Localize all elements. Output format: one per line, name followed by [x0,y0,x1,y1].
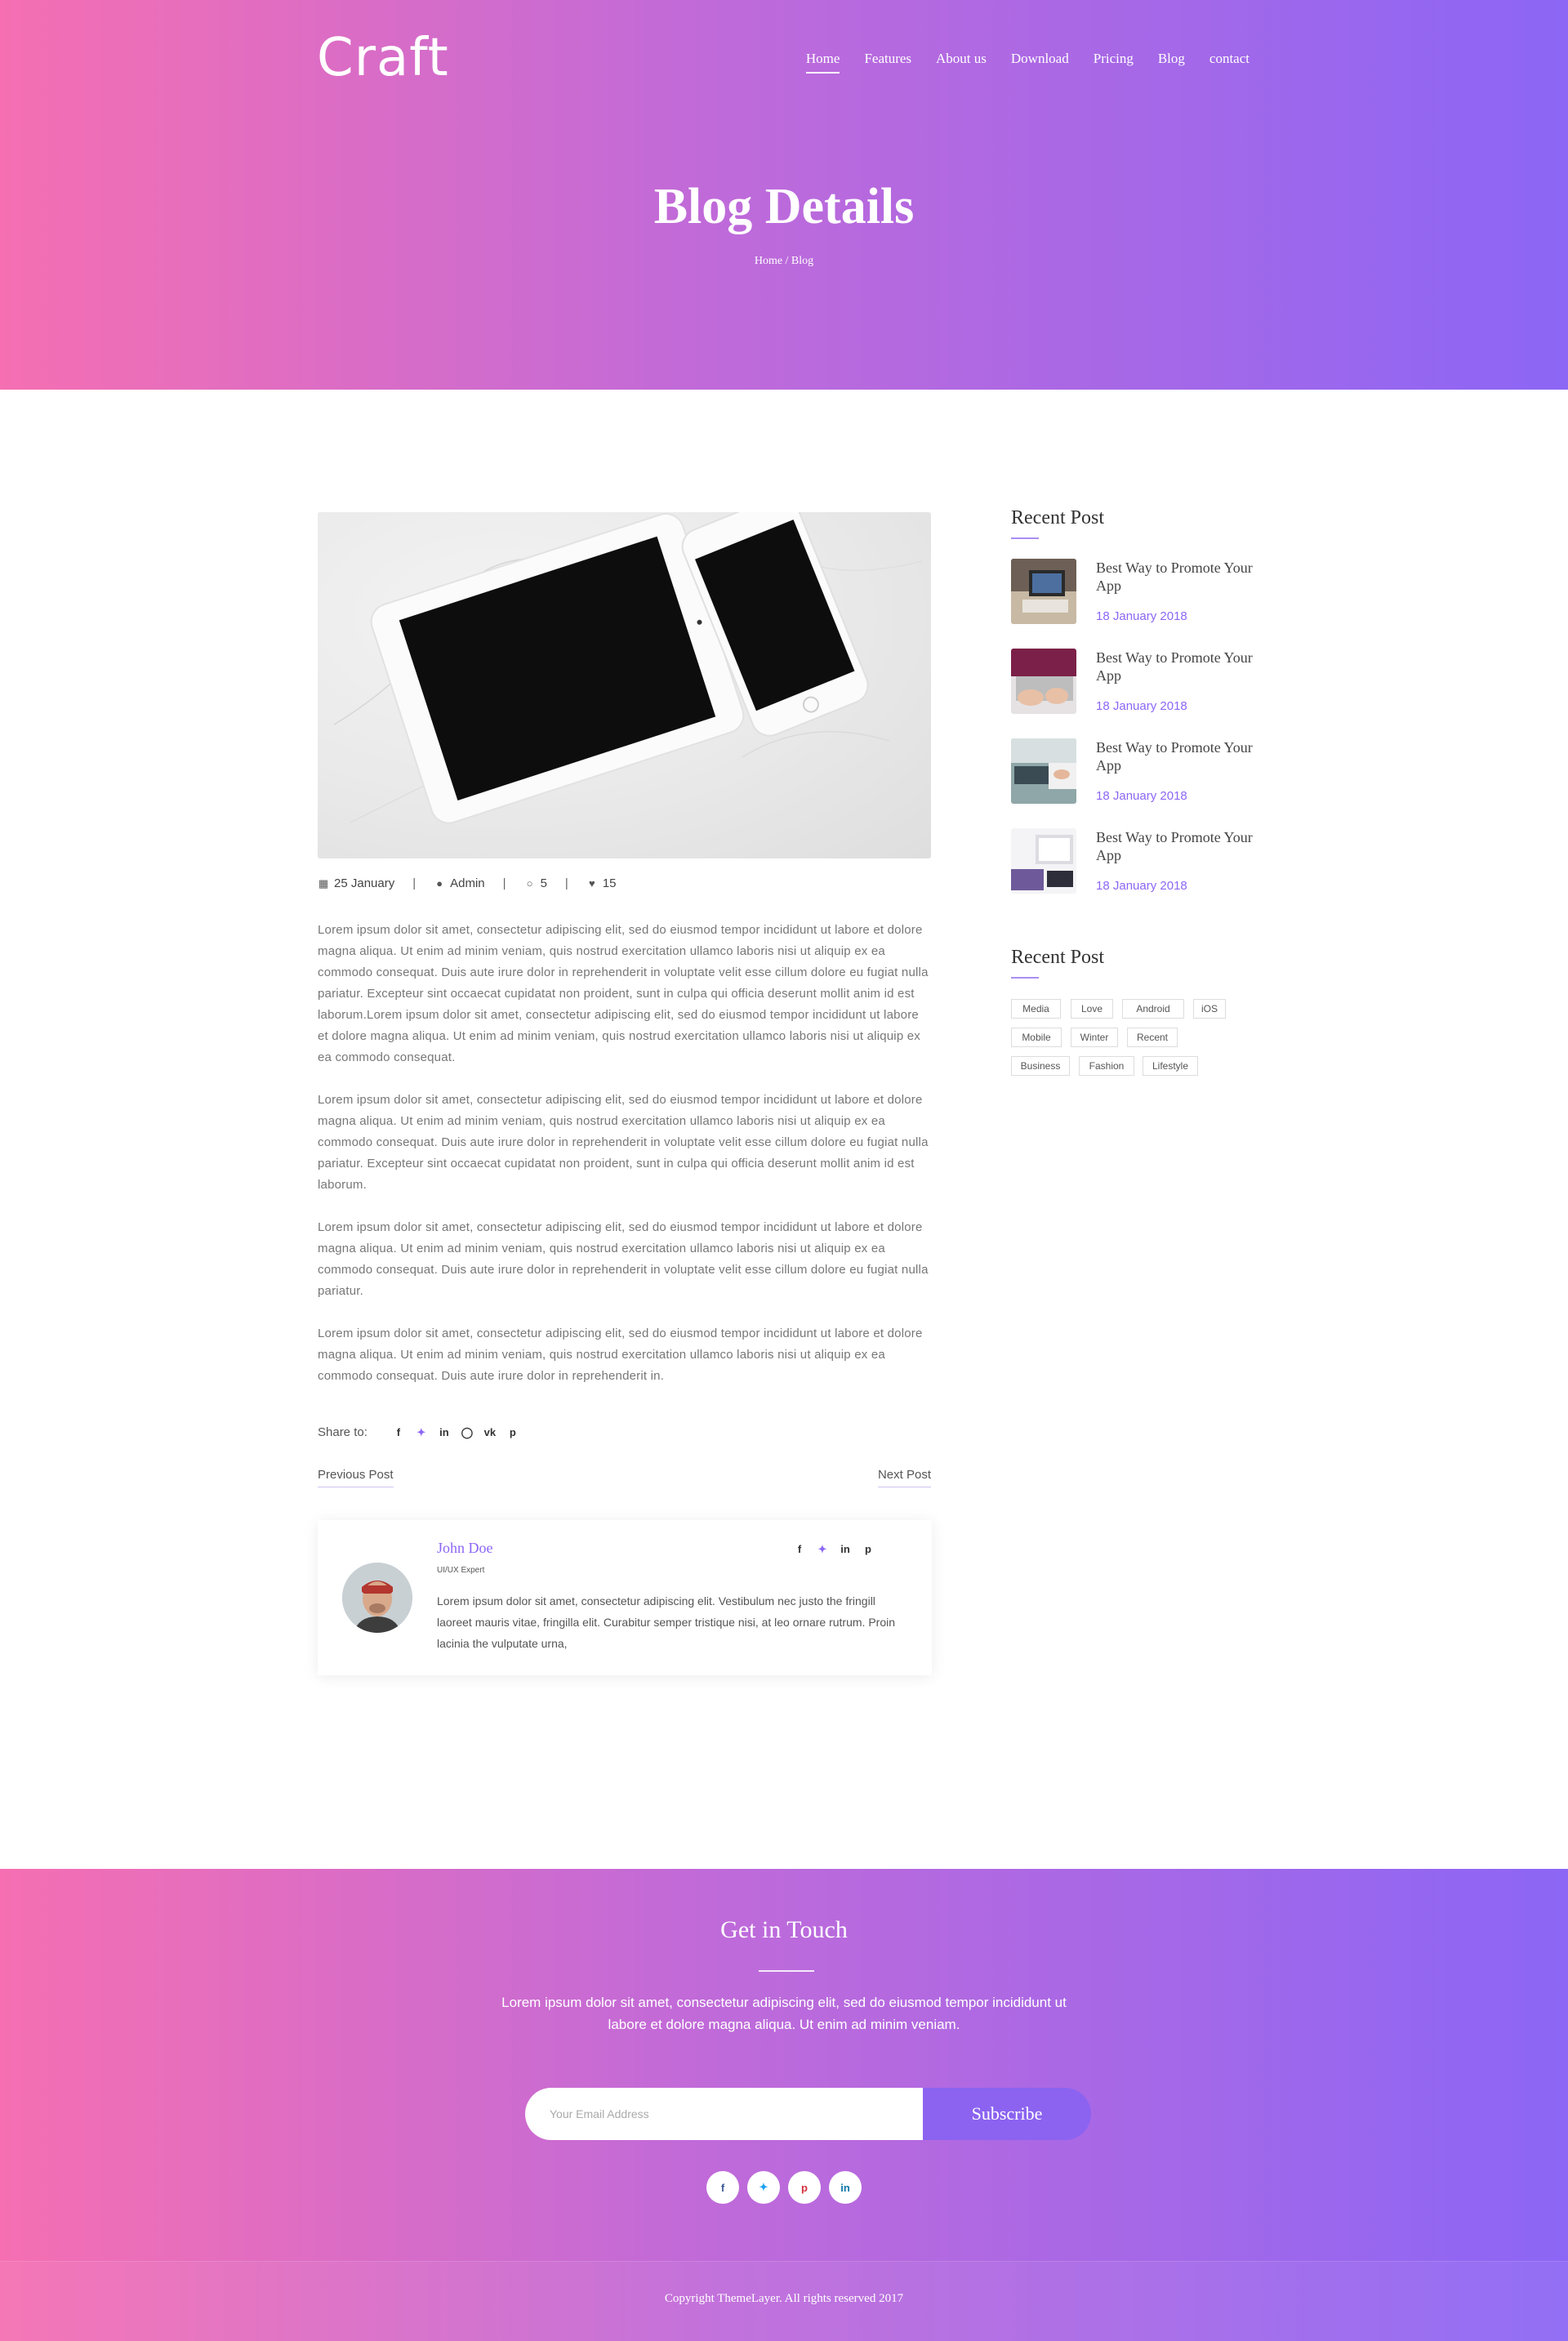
tag-business[interactable]: Business [1011,1056,1070,1076]
nav-item-about[interactable]: About us [936,51,987,74]
hero-header: Craft Home Features About us Download Pr… [0,0,1568,390]
linkedin-icon[interactable]: in [834,1543,857,1556]
author-social: f ✦ in p [788,1543,880,1556]
twitter-icon[interactable]: ✦ [811,1543,834,1556]
linkedin-icon[interactable]: in [434,1426,454,1438]
next-post-link[interactable]: Next Post [877,1468,931,1487]
recent-post-item[interactable]: Best Way to Promote Your App 18 January … [1011,738,1256,804]
nav-item-download[interactable]: Download [1011,51,1069,74]
comments-icon: ○ [526,876,533,890]
post-body: Lorem ipsum dolor sit amet, consectetur … [318,920,932,1408]
main-nav: Home Features About us Download Pricing … [782,51,1250,74]
recent-post-title[interactable]: Best Way to Promote Your App [1096,649,1259,684]
author-role: UI/UX Expert [437,1566,485,1575]
previous-post-link[interactable]: Previous Post [318,1468,394,1487]
tag-fashion[interactable]: Fashion [1079,1056,1134,1076]
user-icon: ● [436,876,443,890]
tag-recent[interactable]: Recent [1127,1028,1178,1047]
page-title: Blog Details [653,179,915,234]
recent-post-title[interactable]: Best Way to Promote Your App [1096,738,1259,774]
meta-separator: | [502,876,506,890]
pinterest-icon[interactable]: p [503,1426,523,1438]
post-paragraph: Lorem ipsum dolor sit amet, consectetur … [318,1220,929,1298]
tag-love[interactable]: Love [1071,999,1113,1019]
pinterest-icon[interactable]: p [788,2171,821,2204]
facebook-icon[interactable]: f [389,1426,408,1438]
pinterest-icon[interactable]: p [857,1543,880,1556]
tag-media[interactable]: Media [1011,999,1061,1019]
post-comments[interactable]: ○ 5 [524,876,547,890]
recent-post-thumbnail[interactable] [1011,828,1076,894]
post-date: ▦ 25 January [318,876,395,890]
recent-post-date: 18 January 2018 [1096,699,1187,713]
linkedin-icon[interactable]: in [829,2171,862,2204]
post-likes[interactable]: ♥ 15 [586,876,617,890]
author-bio: Lorem ipsum dolor sit amet, consectetur … [437,1594,896,1650]
post-paragraph: Lorem ipsum dolor sit amet, consectetur … [318,1093,929,1192]
nav-item-contact[interactable]: contact [1209,51,1250,74]
footer-divider [759,1970,814,1972]
footer-text: Lorem ipsum dolor sit amet, consectetur … [501,1995,1067,2032]
tag-lifestyle[interactable]: Lifestyle [1143,1056,1198,1076]
tag-winter[interactable]: Winter [1071,1028,1118,1047]
recent-post-thumbnail[interactable] [1011,738,1076,804]
subscribe-button[interactable]: Subscribe [923,2088,1091,2140]
footer-title: Get in Touch [720,1916,848,1943]
breadcrumb[interactable]: Home / Blog [0,255,1568,268]
twitter-icon[interactable]: ✦ [747,2171,780,2204]
recent-post-heading: Recent Post [1011,507,1104,539]
meta-separator: | [564,876,568,890]
author-name[interactable]: John Doe [437,1540,493,1557]
author-card: John Doe UI/UX Expert f ✦ in p Lorem ips… [318,1520,932,1675]
twitter-icon[interactable]: ✦ [412,1426,431,1439]
tags-heading: Recent Post [1011,947,1104,979]
tag-ios[interactable]: iOS [1193,999,1226,1019]
recent-post-item[interactable]: Best Way to Promote Your App 18 January … [1011,559,1256,624]
vk-icon[interactable]: vk [480,1426,500,1438]
post-paragraph: Lorem ipsum dolor sit amet, consectetur … [318,1327,923,1383]
calendar-icon: ▦ [318,876,329,890]
recent-post-item[interactable]: Best Way to Promote Your App 18 January … [1011,828,1256,894]
avatar [342,1563,412,1633]
recent-post-title[interactable]: Best Way to Promote Your App [1096,828,1259,864]
share-bar: Share to: f ✦ in ◯ vk p [318,1425,526,1439]
copyright-text: Copyright ThemeLayer. All rights reserve… [664,2292,904,2305]
facebook-icon[interactable]: f [706,2171,739,2204]
nav-item-features[interactable]: Features [864,51,911,74]
post-meta: ▦ 25 January | ● Admin | ○ 5 | ♥ 15 [318,876,617,890]
nav-item-blog[interactable]: Blog [1158,51,1185,74]
email-input[interactable] [525,2088,925,2140]
recent-post-date: 18 January 2018 [1096,879,1187,893]
post-paragraph: Lorem ipsum dolor sit amet, consectetur … [318,923,929,1064]
footer-social: f ✦ p in [0,2171,1568,2204]
tag-mobile[interactable]: Mobile [1011,1028,1062,1047]
post-author[interactable]: ● Admin [434,876,484,890]
share-label: Share to: [318,1425,368,1439]
heart-icon: ♥ [588,876,595,890]
subscribe-form: Subscribe [525,2088,1091,2140]
recent-post-date: 18 January 2018 [1096,609,1187,623]
brand-logo[interactable]: Craft [317,28,449,88]
footer: Get in Touch Lorem ipsum dolor sit amet,… [0,1869,1568,2341]
instagram-icon[interactable]: ◯ [457,1426,477,1439]
meta-separator: | [412,876,416,890]
recent-post-thumbnail[interactable] [1011,559,1076,624]
recent-post-title[interactable]: Best Way to Promote Your App [1096,559,1259,595]
nav-item-home[interactable]: Home [805,51,840,74]
nav-item-pricing[interactable]: Pricing [1094,51,1134,74]
recent-post-thumbnail[interactable] [1011,649,1076,714]
tag-android[interactable]: Android [1122,999,1184,1019]
recent-post-item[interactable]: Best Way to Promote Your App 18 January … [1011,649,1256,714]
post-featured-image [318,512,931,858]
facebook-icon[interactable]: f [788,1543,811,1556]
recent-post-date: 18 January 2018 [1096,789,1187,803]
